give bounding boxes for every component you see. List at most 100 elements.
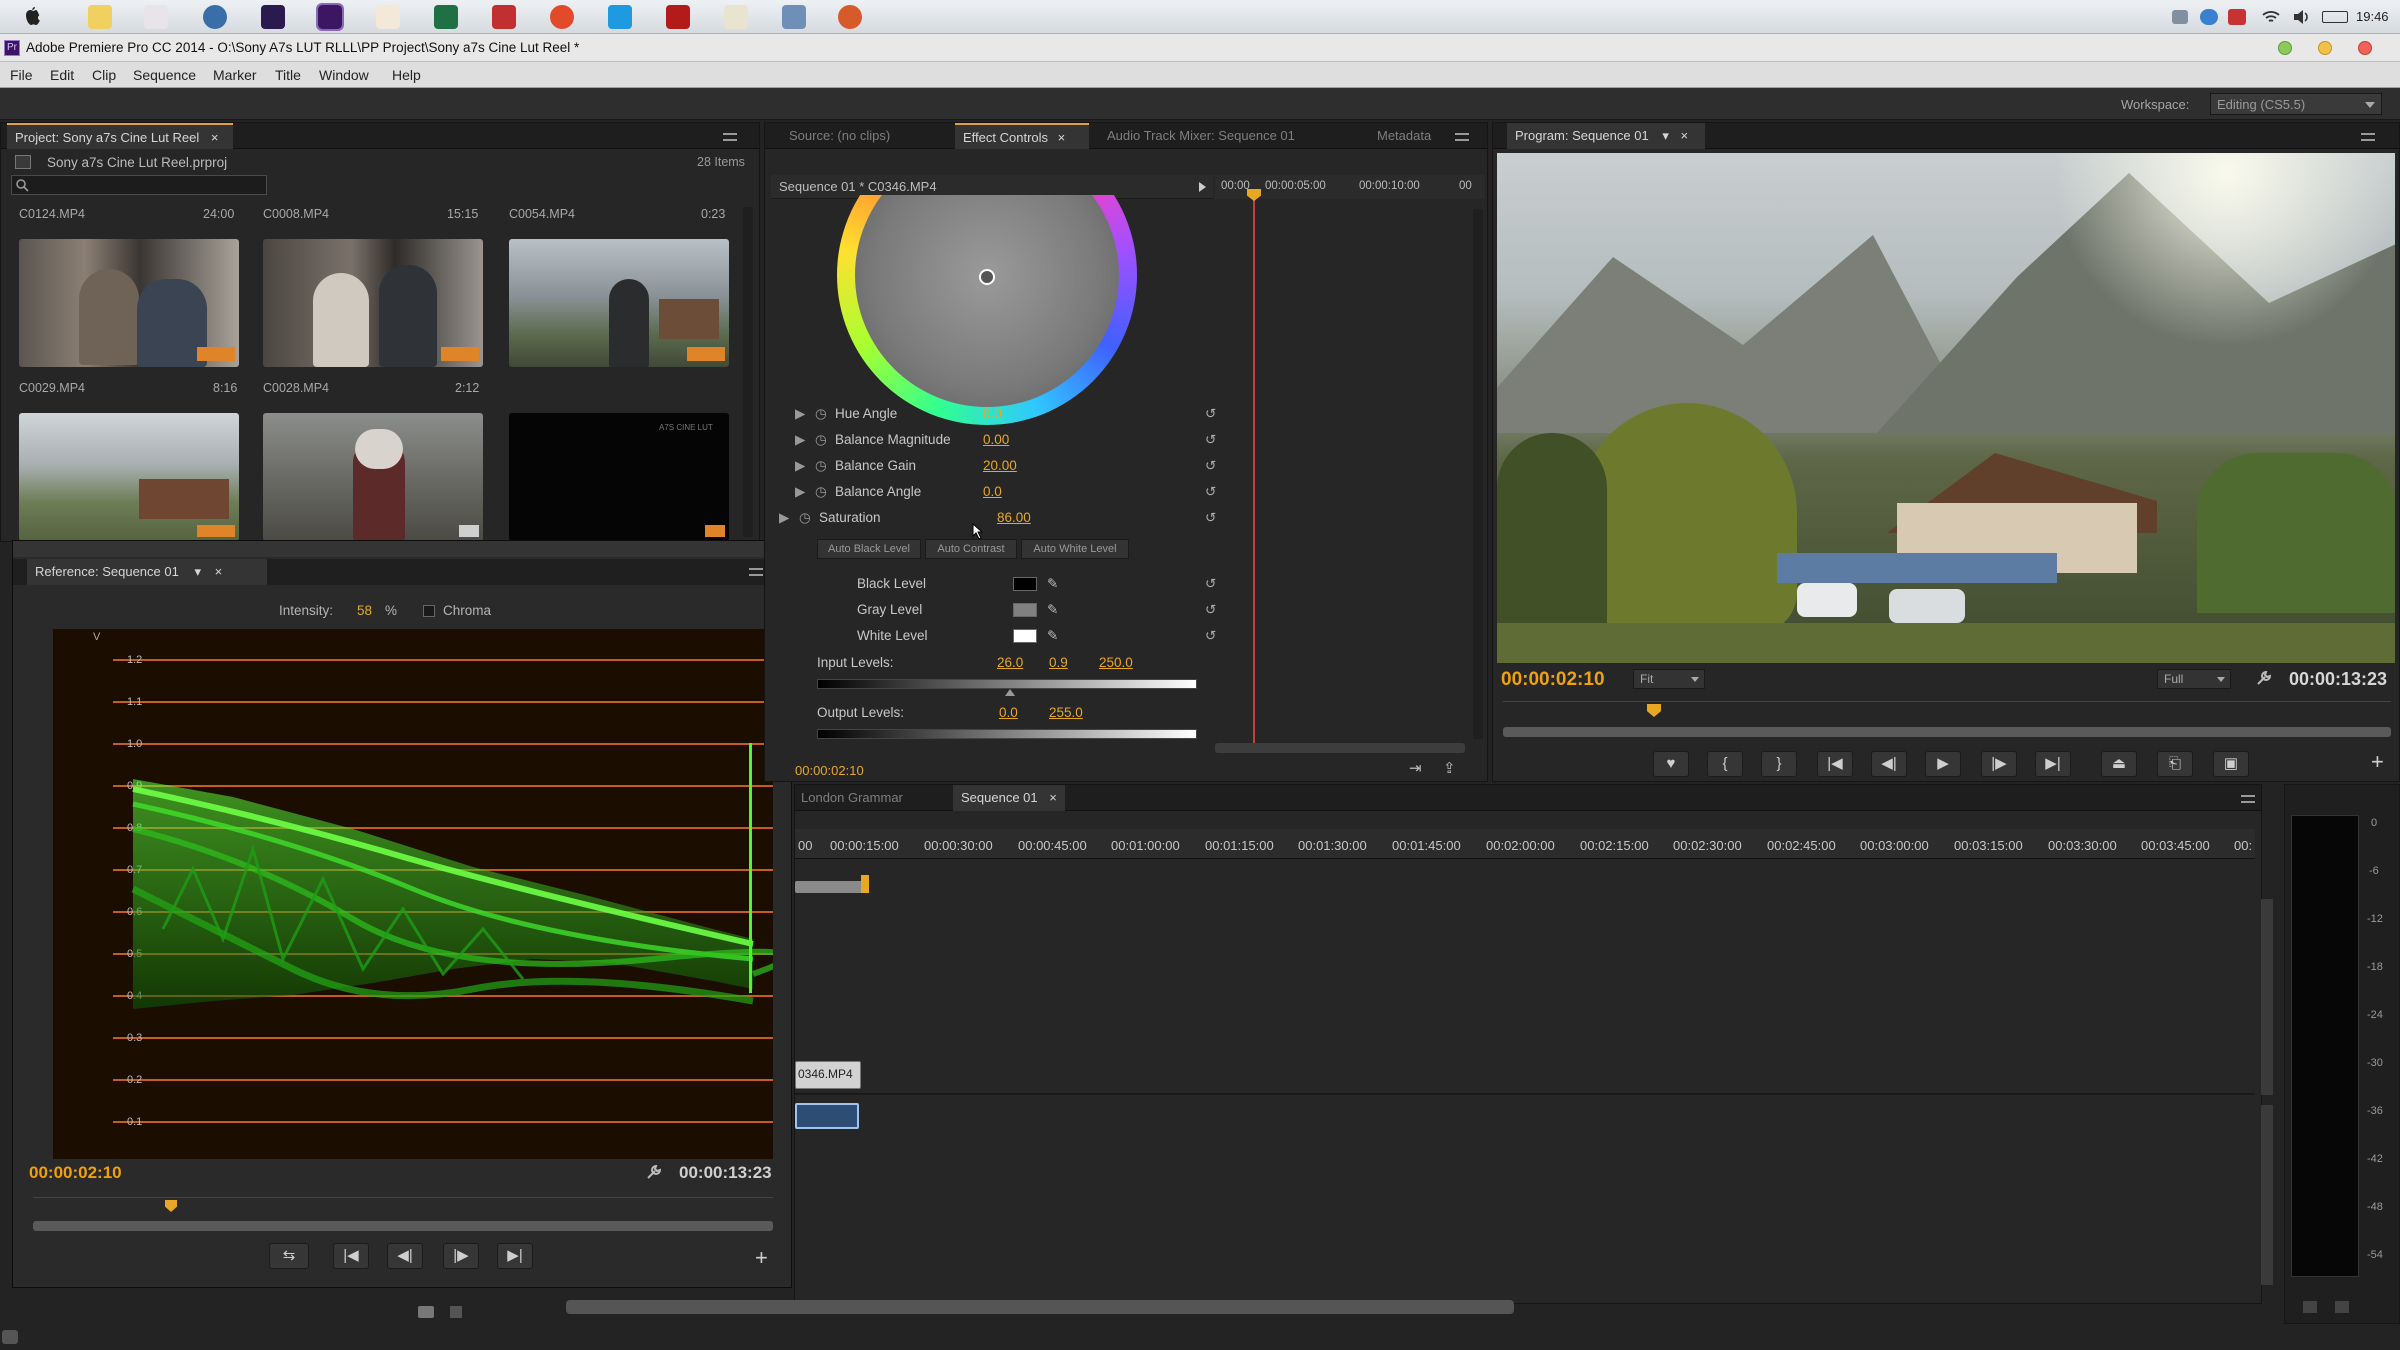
skype-icon[interactable] bbox=[608, 5, 632, 29]
wrench-icon[interactable] bbox=[645, 1163, 663, 1181]
monitor-icon[interactable] bbox=[782, 5, 806, 29]
export-frame-button[interactable]: ▣ bbox=[2213, 751, 2249, 777]
panel-menu-icon[interactable] bbox=[749, 568, 763, 576]
expand-triangle-icon[interactable]: ▶ bbox=[795, 484, 805, 500]
loop-icon[interactable]: ⇥ bbox=[1409, 759, 1422, 777]
volume-icon[interactable] bbox=[2292, 9, 2310, 25]
camera-icon[interactable] bbox=[492, 5, 516, 29]
input-level-black[interactable]: 26.0 bbox=[997, 655, 1023, 670]
apple-icon[interactable] bbox=[22, 6, 42, 28]
clip-thumbnail[interactable] bbox=[19, 239, 239, 367]
playhead-marker[interactable] bbox=[1647, 704, 1661, 717]
timeline-vscroll-2[interactable] bbox=[2261, 1105, 2273, 1285]
mark-in-button[interactable]: { bbox=[1707, 751, 1743, 777]
stopwatch-icon[interactable]: ◷ bbox=[815, 432, 827, 448]
mark-out-button[interactable]: } bbox=[1761, 751, 1797, 777]
chroma-checkbox[interactable] bbox=[423, 605, 435, 617]
eyedropper-icon[interactable]: ✎ bbox=[1047, 628, 1058, 644]
timeline-hscrollbar[interactable] bbox=[566, 1300, 1514, 1314]
playhead-marker[interactable] bbox=[165, 1200, 177, 1212]
timeline-track-area[interactable] bbox=[795, 899, 2255, 1279]
float-titlebar[interactable]: × bbox=[13, 541, 791, 557]
close-icon[interactable]: × bbox=[211, 130, 219, 145]
param-saturation[interactable]: ▶ ◷ Saturation 86.00 ↺ bbox=[779, 505, 1216, 531]
project-scrollbar[interactable] bbox=[743, 207, 753, 537]
color-swatch[interactable] bbox=[1013, 603, 1037, 617]
menu-clip[interactable]: Clip bbox=[92, 67, 116, 83]
firefox-icon[interactable] bbox=[838, 5, 862, 29]
menu-edit[interactable]: Edit bbox=[50, 67, 74, 83]
param-hue-angle[interactable]: ▶ ◷ Hue Angle 0.0 ↺ bbox=[795, 401, 1216, 427]
program-scrubber-track[interactable] bbox=[1503, 701, 2391, 723]
quality-dropdown[interactable]: Full bbox=[2157, 669, 2231, 689]
menu-window[interactable]: Window bbox=[319, 67, 369, 83]
fit-dropdown[interactable]: Fit bbox=[1633, 669, 1705, 689]
effect-controls-scrollbar[interactable] bbox=[1473, 209, 1483, 739]
param-black-level[interactable]: Black Level ✎ ↺ bbox=[795, 571, 1216, 597]
panel-menu-icon[interactable] bbox=[2241, 795, 2255, 803]
tray-icon-app[interactable] bbox=[2228, 9, 2246, 25]
tab-london-grammar[interactable]: London Grammar bbox=[797, 785, 903, 811]
input-level-gamma[interactable]: 0.9 bbox=[1049, 655, 1068, 670]
battery-icon[interactable] bbox=[2322, 11, 2348, 23]
chevron-down-icon[interactable]: ▾ bbox=[194, 564, 201, 579]
folder-icon[interactable] bbox=[88, 5, 112, 29]
video-clip[interactable]: 0346.MP4 bbox=[795, 1061, 861, 1089]
project-search-input[interactable] bbox=[11, 175, 267, 195]
menu-sequence[interactable]: Sequence bbox=[133, 67, 196, 83]
tray-icon-settings[interactable] bbox=[2172, 10, 2188, 24]
program-timecode-current[interactable]: 00:00:02:10 bbox=[1501, 669, 1605, 691]
delete-icon[interactable] bbox=[450, 1306, 462, 1318]
tab-program[interactable]: Program: Sequence 01 ▾ × bbox=[1507, 123, 1705, 149]
color-swatch[interactable] bbox=[1013, 577, 1037, 591]
output-levels-slider[interactable] bbox=[817, 729, 1197, 739]
chevron-down-icon[interactable]: ▾ bbox=[1662, 128, 1669, 143]
wifi-icon[interactable] bbox=[2262, 9, 2280, 25]
expand-triangle-icon[interactable]: ▶ bbox=[779, 510, 789, 526]
color-wheel[interactable] bbox=[837, 195, 1137, 435]
reset-icon[interactable]: ↺ bbox=[1205, 510, 1216, 526]
output-level-black[interactable]: 0.0 bbox=[999, 705, 1018, 720]
audio-clip[interactable] bbox=[795, 1103, 859, 1129]
menu-file[interactable]: File bbox=[10, 67, 33, 83]
timeline-work-area[interactable] bbox=[795, 881, 867, 893]
clip-thumbnail[interactable] bbox=[263, 413, 483, 541]
wrench-icon[interactable] bbox=[2255, 669, 2273, 687]
solo-left-button[interactable] bbox=[2303, 1301, 2317, 1313]
eyedropper-icon[interactable]: ✎ bbox=[1047, 576, 1058, 592]
go-to-out-button[interactable]: ▶| bbox=[2035, 751, 2071, 777]
add-button-icon[interactable]: + bbox=[2371, 749, 2384, 775]
timeline-vscroll-1[interactable] bbox=[2261, 899, 2273, 1095]
play-clip-icon[interactable] bbox=[1199, 182, 1206, 192]
tray-icon-network[interactable] bbox=[2200, 9, 2218, 25]
lift-button[interactable]: ⏏ bbox=[2101, 751, 2137, 777]
add-button-icon[interactable]: + bbox=[755, 1245, 768, 1271]
add-marker-button[interactable]: ♥ bbox=[1653, 751, 1689, 777]
eyedropper-icon[interactable]: ✎ bbox=[1047, 602, 1058, 618]
premiere-icon[interactable] bbox=[316, 3, 344, 31]
go-to-in-button[interactable]: |◀ bbox=[1817, 751, 1853, 777]
wheel-center-handle[interactable] bbox=[979, 269, 995, 285]
reset-icon[interactable]: ↺ bbox=[1205, 576, 1216, 592]
go-to-in-button[interactable]: |◀ bbox=[333, 1243, 369, 1269]
stopwatch-icon[interactable]: ◷ bbox=[815, 458, 827, 474]
input-level-white[interactable]: 250.0 bbox=[1099, 655, 1133, 670]
stopwatch-icon[interactable]: ◷ bbox=[815, 406, 827, 422]
menu-help[interactable]: Help bbox=[392, 67, 421, 83]
reference-scrubber-track[interactable] bbox=[33, 1197, 773, 1217]
input-levels-slider[interactable] bbox=[817, 679, 1197, 689]
new-bin-icon[interactable] bbox=[418, 1306, 434, 1318]
workspace-dropdown[interactable]: Editing (CS5.5) bbox=[2210, 93, 2382, 115]
status-icon[interactable] bbox=[2, 1330, 18, 1344]
clip-thumbnail[interactable] bbox=[19, 413, 239, 541]
tab-effect-controls[interactable]: Effect Controls × bbox=[955, 123, 1089, 149]
tab-project[interactable]: Project: Sony a7s Cine Lut Reel × bbox=[7, 123, 233, 149]
clock[interactable]: 19:46 bbox=[2356, 9, 2389, 24]
after-effects-icon[interactable] bbox=[261, 5, 285, 29]
stopwatch-icon[interactable]: ◷ bbox=[815, 484, 827, 500]
pdf-icon[interactable] bbox=[666, 5, 690, 29]
program-zoom-bar[interactable] bbox=[1503, 727, 2391, 737]
close-icon[interactable]: × bbox=[215, 564, 223, 579]
slider-handle[interactable] bbox=[1005, 689, 1015, 696]
clip-thumbnail[interactable]: A7S CINE LUT bbox=[509, 413, 729, 541]
